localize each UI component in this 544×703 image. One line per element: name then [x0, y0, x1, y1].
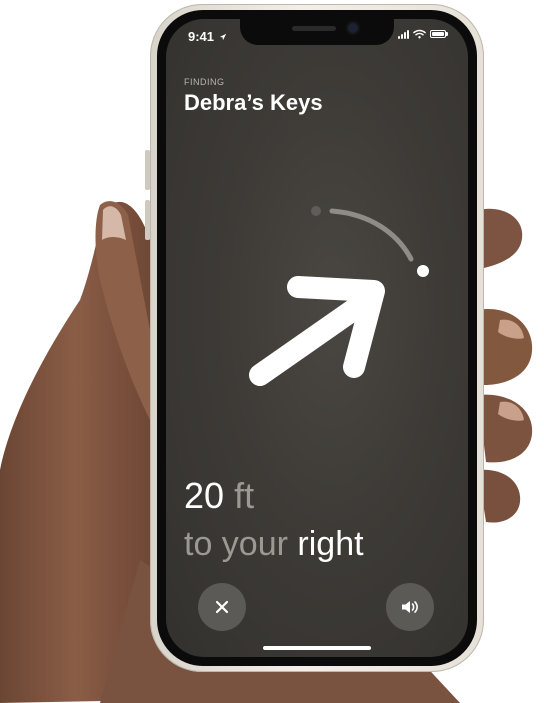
- play-sound-button[interactable]: [386, 583, 434, 631]
- status-icons: [398, 29, 448, 39]
- front-camera: [348, 23, 358, 33]
- finding-label: FINDING: [184, 77, 225, 87]
- battery-icon: [430, 30, 448, 38]
- item-title: Debra’s Keys: [184, 90, 323, 115]
- start-dot: [311, 206, 321, 216]
- progress-arc: [329, 208, 414, 262]
- home-indicator[interactable]: [263, 646, 371, 650]
- status-time-text: 9:41: [188, 29, 215, 44]
- direction-arrow-icon: [249, 276, 385, 386]
- distance-value: 20: [184, 475, 225, 516]
- screen: 9:41 FINDING Debra’s Keys 20 ft to your …: [166, 19, 468, 657]
- close-icon: [215, 600, 229, 614]
- cellular-signal-icon: [398, 29, 409, 39]
- direction-text: to your right: [184, 525, 364, 564]
- distance-unit: ft: [234, 475, 255, 516]
- side-button: [145, 150, 150, 190]
- close-button[interactable]: [198, 583, 246, 631]
- earpiece-speaker: [292, 26, 336, 31]
- direction-word: right: [297, 525, 364, 563]
- direction-indicator: [249, 206, 429, 386]
- target-dot: [417, 265, 429, 277]
- notch: [240, 19, 394, 45]
- direction-prefix: to your: [184, 525, 288, 563]
- speaker-icon: [402, 601, 418, 613]
- location-arrow-icon: [219, 33, 226, 41]
- status-time: 9:41: [188, 29, 227, 44]
- side-button: [145, 200, 150, 240]
- wifi-icon: [413, 29, 426, 39]
- distance-readout: 20 ft: [184, 475, 254, 517]
